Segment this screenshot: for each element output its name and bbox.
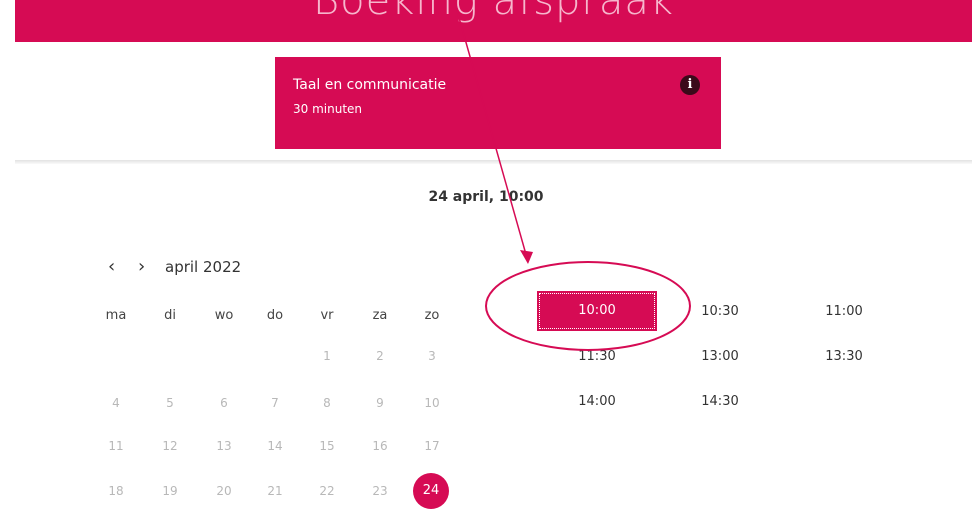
time-slot[interactable]: 13:30 [784,349,904,364]
calendar-day: 8 [323,396,331,410]
calendar-day: 15 [319,439,335,453]
calendar-day: 14 [267,439,283,453]
header-title: Boeking afspraak [312,0,675,24]
weekday-header: zo [424,308,440,323]
month-label: april 2022 [165,258,242,276]
weekday-header: wo [214,308,234,323]
calendar-day: 18 [108,484,124,498]
weekday-header: do [266,308,284,323]
weekday-header: vr [320,308,334,323]
divider [15,160,972,164]
calendar-day: 2 [376,349,384,363]
time-slot[interactable]: 14:00 [537,394,657,409]
calendar-day: 13 [216,439,232,453]
service-name: Taal en communicatie [293,77,447,93]
calendar-day: 7 [271,396,279,410]
calendar-day: 9 [376,396,384,410]
weekday-header: di [164,308,176,323]
header-bar: Boeking afspraak [15,0,972,42]
calendar-day: 10 [424,396,440,410]
calendar-day: 21 [267,484,283,498]
calendar-day: 22 [319,484,335,498]
selected-datetime-summary: 24 april, 10:00 [428,189,544,205]
calendar-day: 17 [424,439,440,453]
time-slot[interactable]: 13:00 [660,349,780,364]
weekday-header: ma [105,308,127,323]
calendar-day: 12 [162,439,178,453]
chevron-right-icon[interactable]: › [138,257,145,277]
chevron-left-icon[interactable]: ‹ [108,257,115,277]
time-slot[interactable]: 11:30 [537,349,657,364]
annotation-arrow-head [520,250,533,264]
calendar-day: 23 [372,484,388,498]
calendar-day: 20 [216,484,232,498]
service-card[interactable]: Taal en communicatie 30 minuten i [275,57,721,149]
calendar-day: 6 [220,396,228,410]
left-strip [0,42,15,520]
calendar-day: 16 [372,439,388,453]
weekday-header: za [372,308,388,323]
calendar-day: 1 [323,349,331,363]
service-duration: 30 minuten [293,102,363,116]
calendar-day: 4 [112,396,120,410]
calendar-day: 11 [108,439,124,453]
calendar-day: 3 [428,349,436,363]
calendar-day: 19 [162,484,178,498]
time-slot[interactable]: 14:30 [660,394,780,409]
time-slot-selected[interactable]: 10:00 [537,291,657,331]
info-icon[interactable]: i [680,75,700,95]
calendar-day: 5 [166,396,174,410]
time-slot[interactable]: 10:30 [660,304,780,319]
time-slot[interactable]: 11:00 [784,304,904,319]
calendar-day-selected[interactable]: 24 [413,473,449,509]
